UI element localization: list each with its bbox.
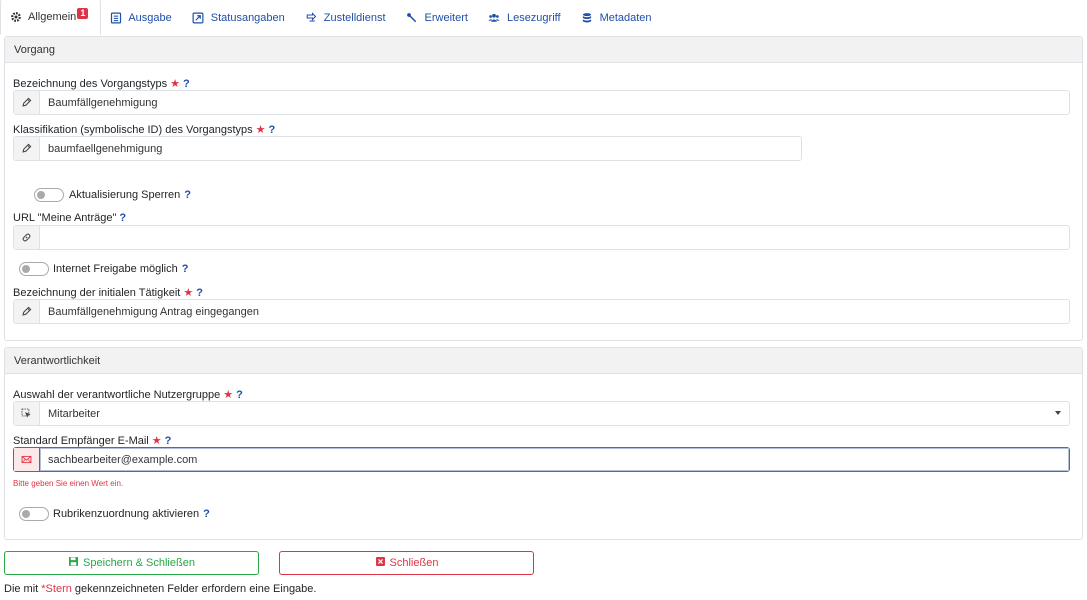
close-button[interactable]: Schließen (279, 551, 534, 575)
help-icon[interactable]: ? (196, 287, 203, 299)
tab-label: Allgemein (28, 11, 77, 23)
tab-lesezugriff[interactable]: Lesezugriff (480, 0, 573, 35)
email-field[interactable]: sachbearbeiter@example.com (13, 447, 1070, 472)
pencil-icon (14, 91, 40, 114)
verantwortlichkeit-header: Verantwortlichkeit (5, 348, 1082, 374)
email-label: Standard Empfänger E-Mail ★ ? (13, 434, 172, 448)
klassifikation-field[interactable]: baumfaellgenehmigung (13, 136, 802, 161)
tab-erweitert[interactable]: Erweitert (398, 0, 480, 35)
users-icon (488, 11, 501, 24)
required-fields-note: Die mit *Stern gekennzeichneten Felder e… (4, 583, 317, 595)
tab-label: Metadaten (599, 11, 652, 24)
rubrikenzuordnung-toggle[interactable] (19, 507, 49, 521)
rubrikenzuordnung-label: Rubrikenzuordnung aktivieren ? (53, 508, 210, 520)
vorgang-header: Vorgang (5, 37, 1082, 63)
aktualisierung-sperren-toggle[interactable] (34, 188, 64, 202)
pointer-select-icon (14, 402, 40, 425)
save-close-button[interactable]: Speichern & Schließen (4, 551, 259, 575)
nutzergruppe-select[interactable]: Mitarbeiter (13, 401, 1070, 426)
email-input[interactable]: sachbearbeiter@example.com (40, 448, 1069, 471)
nutzergruppe-label: Auswahl der verantwortliche Nutzergruppe… (13, 388, 243, 402)
email-error-message: Bitte geben Sie einen Wert ein. (13, 479, 124, 488)
floppy-disk-icon (68, 556, 79, 570)
klassifikation-input[interactable]: baumfaellgenehmigung (40, 137, 801, 160)
vorgangstyp-label: Bezeichnung des Vorgangstyps ★ ? (13, 77, 190, 91)
vorgangstyp-field[interactable]: Baumfällgenehmigung (13, 90, 1070, 115)
tab-metadaten[interactable]: Metadaten (573, 0, 664, 35)
link-icon (14, 226, 40, 249)
tab-bar: Allgemein 1 Ausgabe Statusangaben Zustel… (0, 0, 1087, 35)
tab-zustelldienst[interactable]: Zustelldienst (297, 0, 398, 35)
wrench-icon (406, 11, 419, 24)
close-label: Schließen (389, 557, 439, 569)
aktualisierung-sperren-label: Aktualisierung Sperren ? (69, 189, 192, 201)
help-icon[interactable]: ? (236, 389, 243, 401)
vorgangstyp-input[interactable]: Baumfällgenehmigung (40, 91, 1069, 114)
database-icon (581, 11, 594, 24)
required-star: ★ (170, 78, 180, 90)
url-input[interactable] (40, 226, 1069, 249)
help-icon[interactable]: ? (183, 78, 190, 90)
tab-label: Ausgabe (128, 11, 172, 24)
help-icon[interactable]: ? (184, 189, 191, 201)
tab-label: Zustelldienst (323, 11, 386, 24)
chevron-down-icon[interactable] (1055, 411, 1061, 415)
tab-allgemein[interactable]: Allgemein 1 (0, 0, 102, 35)
status-icon (192, 11, 205, 24)
taetigkeit-input[interactable]: Baumfällgenehmigung Antrag eingegangen (40, 300, 1069, 323)
help-icon[interactable]: ? (203, 508, 210, 520)
tab-statusangaben[interactable]: Statusangaben (184, 0, 297, 35)
pencil-icon (14, 300, 40, 323)
help-icon[interactable]: ? (119, 212, 126, 224)
error-count-badge: 1 (77, 7, 89, 19)
pencil-icon (14, 137, 40, 160)
help-icon[interactable]: ? (165, 435, 172, 447)
internet-freigabe-toggle[interactable] (19, 262, 49, 276)
help-icon[interactable]: ? (182, 263, 189, 275)
envelope-icon (14, 448, 40, 471)
close-icon (375, 556, 386, 570)
required-star: ★ (255, 124, 266, 136)
tab-label: Statusangaben (210, 11, 285, 24)
tab-ausgabe[interactable]: Ausgabe (101, 0, 183, 35)
required-star: ★ (183, 287, 194, 299)
required-star: ★ (151, 435, 162, 447)
save-close-label: Speichern & Schließen (83, 557, 195, 569)
list-icon (109, 11, 122, 24)
tab-label: Erweitert (424, 11, 468, 24)
tab-label: Lesezugriff (506, 11, 561, 24)
delivery-icon (305, 11, 318, 24)
gear-icon (9, 11, 22, 24)
nutzergruppe-value[interactable]: Mitarbeiter (40, 402, 1069, 425)
help-icon[interactable]: ? (269, 124, 276, 136)
url-field[interactable] (13, 225, 1070, 250)
url-label: URL "Meine Anträge" ? (13, 212, 127, 224)
taetigkeit-label: Bezeichnung der initialen Tätigkeit ★ ? (13, 286, 203, 300)
klassifikation-label: Klassifikation (symbolische ID) des Vorg… (13, 123, 276, 137)
required-star: ★ (223, 389, 234, 401)
internet-freigabe-label: Internet Freigabe möglich ? (53, 263, 189, 275)
taetigkeit-field[interactable]: Baumfällgenehmigung Antrag eingegangen (13, 299, 1070, 324)
